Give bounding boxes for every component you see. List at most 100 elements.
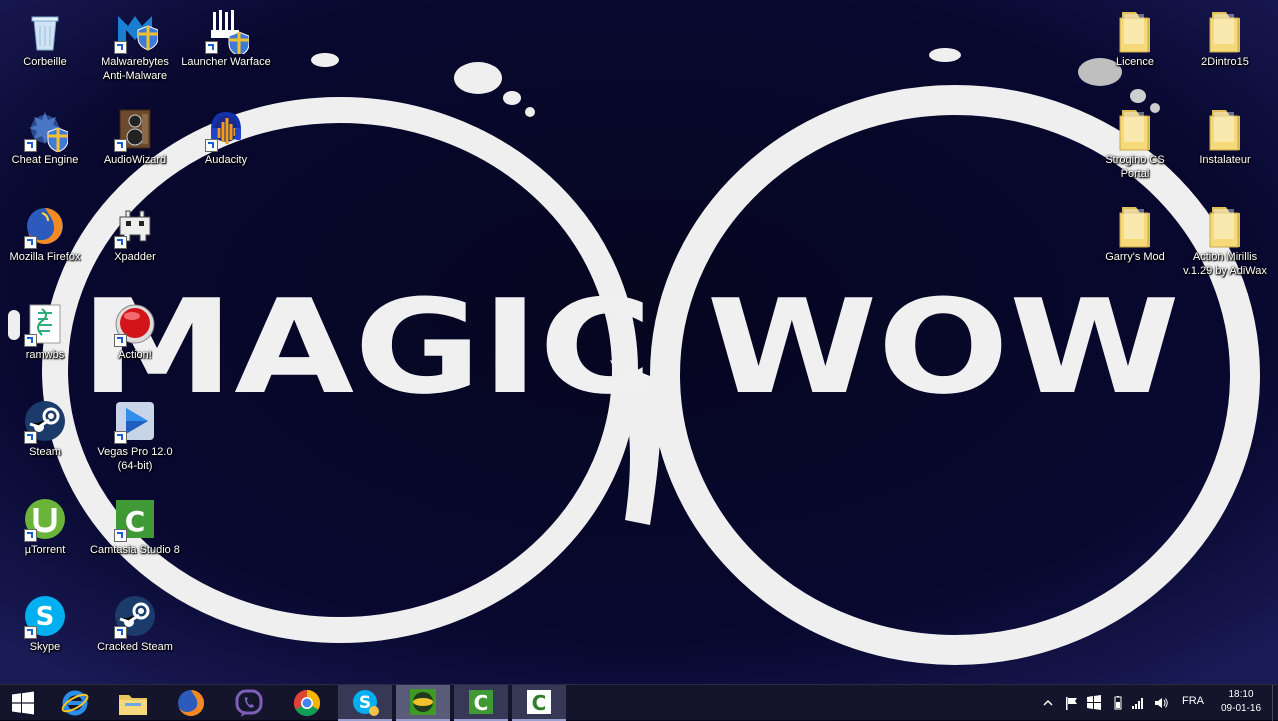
show-desktop-button[interactable]: [1272, 685, 1278, 721]
desktop-icon-licence[interactable]: Licence: [1090, 8, 1180, 69]
clock-time: 18:10: [1228, 689, 1254, 700]
desktop-icon-cracked-steam[interactable]: Cracked Steam: [90, 593, 180, 654]
desktop-icon-label: Instalateur: [1199, 154, 1251, 166]
action-icon: [112, 301, 158, 347]
taskbar-camtasia-studio[interactable]: C: [454, 685, 508, 721]
shortcut-arrow-icon: [114, 41, 127, 54]
desktop-icon-corbeille[interactable]: Corbeille: [0, 8, 90, 69]
desktop-icon-label: Skype: [29, 641, 61, 653]
clock[interactable]: 18:10 09-01-16: [1210, 688, 1272, 716]
camtasia-icon: C: [112, 496, 158, 542]
svg-text:C: C: [532, 691, 547, 715]
shortcut-arrow-icon: [205, 41, 218, 54]
xpadder-icon: [112, 203, 158, 249]
desktop-icon-instalateur[interactable]: Instalateur: [1180, 106, 1270, 167]
folder-icon: [1112, 106, 1158, 152]
taskbar: S C C FRA 18:10 09-01-16: [0, 684, 1278, 721]
taskbar-firefox[interactable]: [164, 685, 218, 721]
desktop-icon-vegas-pro-12-0-64-bit[interactable]: Vegas Pro 12.0 (64-bit): [90, 398, 180, 473]
desktop-icon-audiowizard[interactable]: AudioWizard: [90, 106, 180, 167]
volume-speaker-icon[interactable]: [1153, 695, 1169, 711]
desktop-icon-label: Corbeille: [23, 56, 67, 68]
desktop-icon-skype[interactable]: S Skype: [0, 593, 90, 654]
desktop-icon-camtasia-studio-8[interactable]: C Camtasia Studio 8: [90, 496, 180, 557]
desktop-icon-action[interactable]: Action!: [90, 301, 180, 362]
shortcut-arrow-icon: [114, 139, 127, 152]
desktop-icon-torrent[interactable]: µTorrent: [0, 496, 90, 557]
network-signal-icon[interactable]: [1130, 695, 1146, 711]
input-language-indicator[interactable]: FRA: [1182, 695, 1204, 707]
folder-icon: [1202, 106, 1248, 152]
start-button[interactable]: [0, 685, 46, 721]
malwarebytes-icon: [112, 8, 158, 54]
internet-explorer-icon: [61, 690, 89, 716]
firefox-icon: [178, 690, 204, 716]
desktop-icon-label: Xpadder: [114, 251, 156, 263]
shortcut-arrow-icon: [24, 236, 37, 249]
desktop-icon-audacity[interactable]: Audacity: [181, 106, 271, 167]
desktop-icon-mozilla-firefox[interactable]: Mozilla Firefox: [0, 203, 90, 264]
taskbar-file-explorer[interactable]: [106, 685, 160, 721]
game-icon: [410, 689, 436, 715]
taskbar-skype[interactable]: S: [338, 685, 392, 721]
taskbar-camtasia-recorder[interactable]: C: [512, 685, 566, 721]
shortcut-arrow-icon: [114, 334, 127, 347]
svg-text:C: C: [474, 691, 489, 715]
desktop-icon-cheat-engine[interactable]: Cheat Engine: [0, 106, 90, 167]
cheat-engine-icon: [22, 106, 68, 152]
taskbar-viber[interactable]: [222, 685, 276, 721]
svg-text:C: C: [125, 505, 146, 538]
desktop-icon-label: µTorrent: [24, 544, 66, 556]
desktop-icon-malwarebytes-anti-malware[interactable]: Malwarebytes Anti-Malware: [90, 8, 180, 83]
desktop-icon-label: Malwarebytes Anti-Malware: [101, 56, 169, 82]
desktop-icon-label: AudioWizard: [103, 154, 167, 166]
windows-logo-icon: [12, 691, 34, 715]
desktop-icon-label: Camtasia Studio 8: [90, 544, 180, 556]
desktop-icon-label: Audacity: [204, 154, 248, 166]
desktop-icon-label: Cracked Steam: [97, 641, 173, 653]
chrome-icon: [293, 689, 321, 717]
steam-icon: [112, 593, 158, 639]
action-center-flag-icon[interactable]: [1064, 695, 1080, 711]
svg-text:S: S: [36, 602, 55, 632]
firefox-icon: [22, 203, 68, 249]
recycle-bin-icon: [22, 8, 68, 54]
camtasia-icon: C: [469, 690, 493, 715]
taskbar-game[interactable]: [396, 685, 450, 721]
folder-icon: [1202, 203, 1248, 249]
vegas-icon: [112, 398, 158, 444]
warface-icon: [203, 8, 249, 54]
shortcut-arrow-icon: [114, 236, 127, 249]
taskbar-chrome[interactable]: [280, 685, 334, 721]
desktop-icon-label: Steam: [29, 446, 61, 458]
audiowizard-icon: [112, 106, 158, 152]
desktop-icon-label: Strogino CS Portal: [1105, 154, 1165, 180]
desktop-icon-label: Action!: [118, 349, 152, 361]
shortcut-arrow-icon: [24, 334, 37, 347]
clock-date: 09-01-16: [1220, 703, 1262, 714]
shortcut-arrow-icon: [24, 139, 37, 152]
desktop-icon-launcher-warface[interactable]: Launcher Warface: [181, 8, 271, 69]
desktop-icon-strogino-cs-portal[interactable]: Strogino CS Portal: [1090, 106, 1180, 181]
desktop-icon-ramwbs[interactable]: ramwbs: [0, 301, 90, 362]
steam-icon: [22, 398, 68, 444]
desktop-icon-steam[interactable]: Steam: [0, 398, 90, 459]
desktop-icon-label: 2Dintro15: [1201, 56, 1249, 68]
windows-update-icon[interactable]: [1086, 695, 1102, 711]
show-hidden-icons-chevron-up-icon[interactable]: [1040, 695, 1056, 711]
folder-icon: [1112, 203, 1158, 249]
desktop-icon-label: ramwbs: [25, 349, 65, 361]
desktop-icon-action-mirillis-v-1-29-by-adiwax[interactable]: Action Mirillis v.1.29 by AdiWax: [1180, 203, 1270, 278]
desktop-icon-xpadder[interactable]: Xpadder: [90, 203, 180, 264]
desktop-icon-garry-s-mod[interactable]: Garry's Mod: [1090, 203, 1180, 264]
shortcut-arrow-icon: [114, 626, 127, 639]
desktop-icon-2dintro15[interactable]: 2Dintro15: [1180, 8, 1270, 69]
shortcut-arrow-icon: [24, 529, 37, 542]
utorrent-icon: [22, 496, 68, 542]
ramwbs-icon: [22, 301, 68, 347]
shortcut-arrow-icon: [205, 139, 218, 152]
taskbar-internet-explorer[interactable]: [48, 685, 102, 721]
camtasia-recorder-icon: C: [527, 690, 551, 715]
shortcut-arrow-icon: [114, 529, 127, 542]
battery-icon[interactable]: [1110, 695, 1126, 711]
